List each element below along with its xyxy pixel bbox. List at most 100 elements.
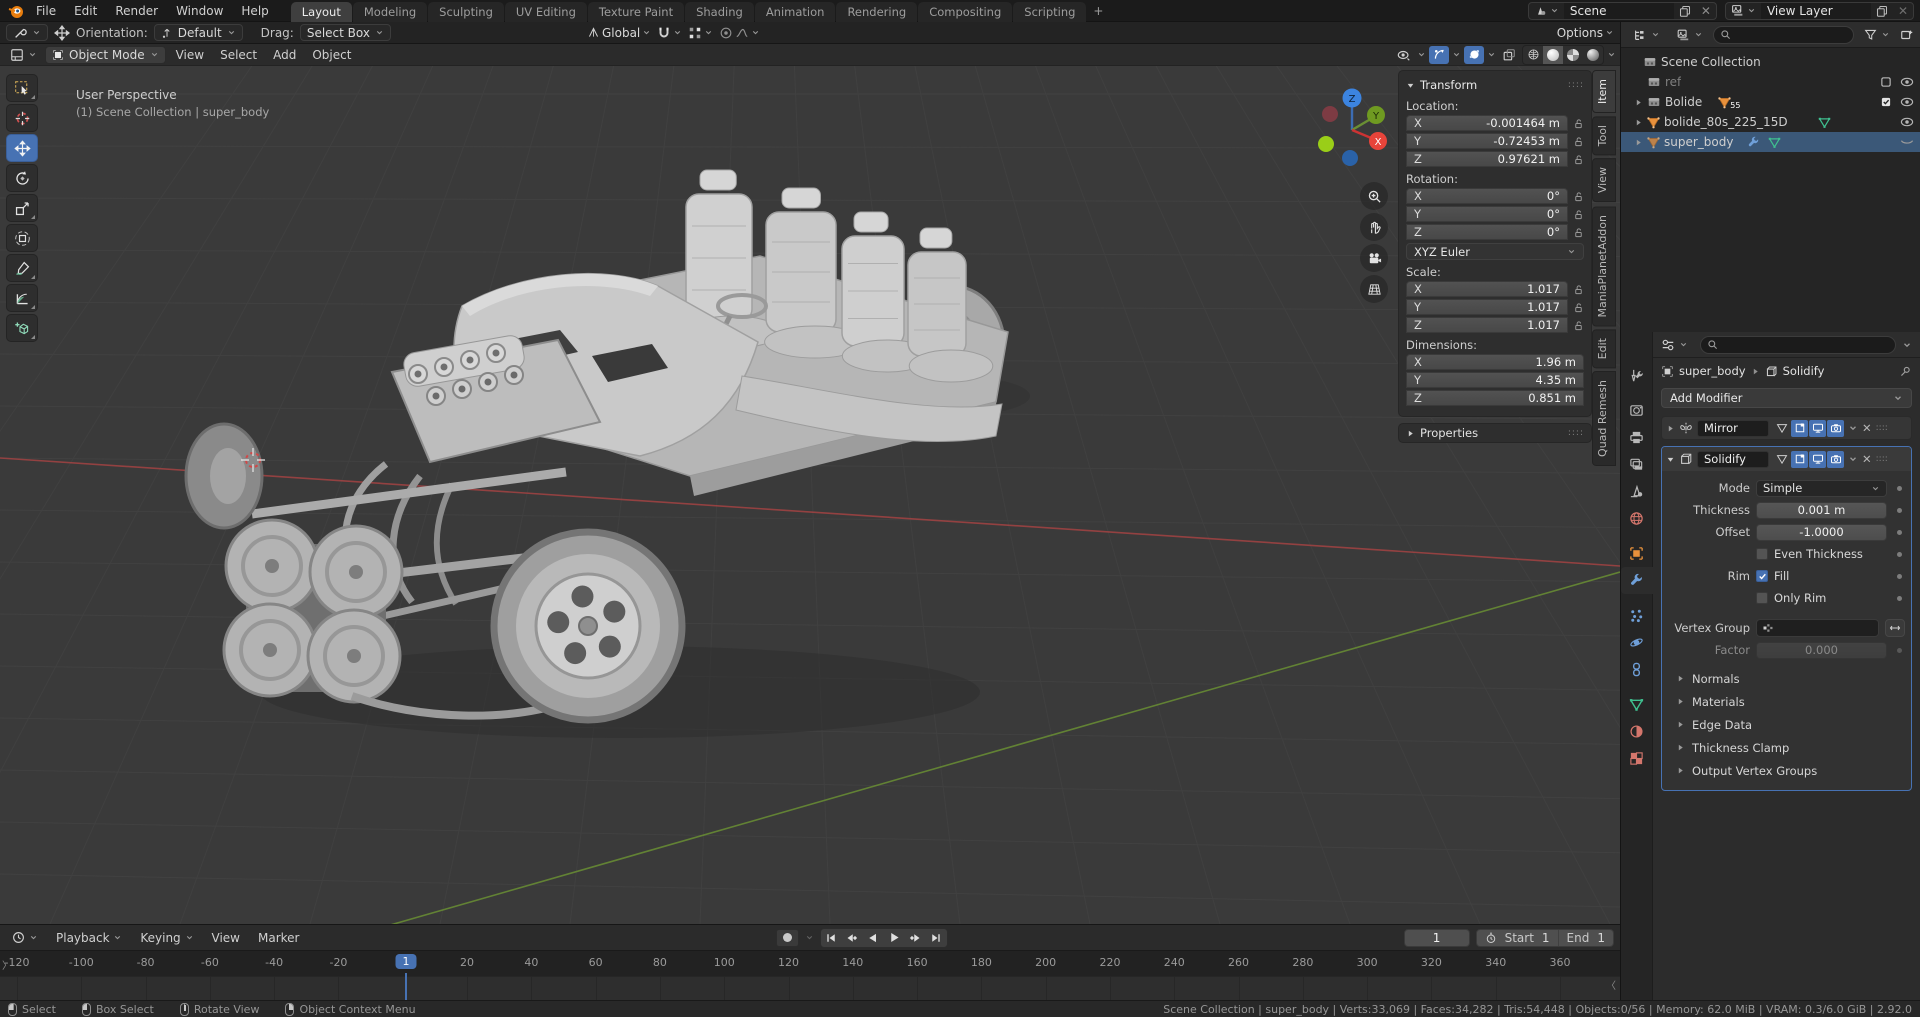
timeline-editor-type-button[interactable]: [6, 929, 44, 947]
sidebar-tab-tool[interactable]: Tool: [1592, 116, 1616, 155]
shading-rendered-button[interactable]: [1583, 46, 1603, 64]
solidify-section-thickness-clamp[interactable]: Thickness Clamp: [1662, 736, 1911, 759]
cursor-tool[interactable]: [6, 104, 38, 132]
end-frame-field[interactable]: End 1: [1558, 930, 1613, 946]
navigation-gizmo[interactable]: Z Y X: [1306, 84, 1398, 176]
jump-to-start-button[interactable]: [821, 929, 842, 947]
expand-arrow-icon[interactable]: [1633, 138, 1643, 147]
breadcrumb-object[interactable]: super_body: [1679, 364, 1746, 378]
solidify-mode-dropdown[interactable]: Simple: [1756, 480, 1887, 497]
solidify-section-normals[interactable]: Normals: [1662, 667, 1911, 690]
solidify-section-edge-data[interactable]: Edge Data: [1662, 713, 1911, 736]
animate-dot[interactable]: [1897, 486, 1902, 491]
location-z-field[interactable]: Z0.97621 m: [1406, 151, 1568, 167]
add-workspace-button[interactable]: +: [1086, 4, 1110, 18]
rim-fill-checkbox[interactable]: [1756, 570, 1768, 582]
include-checkbox[interactable]: [1880, 96, 1892, 108]
animate-dot[interactable]: [1897, 508, 1902, 513]
active-tool-dropdown[interactable]: [6, 24, 48, 41]
next-keyframe-button[interactable]: [905, 929, 926, 947]
blender-logo-icon[interactable]: [8, 3, 24, 19]
modifier-name-field[interactable]: Mirror: [1697, 420, 1769, 437]
particles-tab-icon[interactable]: [1621, 602, 1653, 629]
animate-dot[interactable]: [1897, 552, 1902, 557]
select-box-tool[interactable]: [6, 74, 38, 102]
sidebar-tab-quad-remesh[interactable]: Quad Remesh: [1592, 371, 1616, 466]
factor-slider[interactable]: 0.000: [1756, 642, 1887, 659]
drag-dropdown[interactable]: Select Box: [300, 24, 391, 41]
add-view-layer-icon[interactable]: [1871, 3, 1893, 19]
expand-arrow-icon[interactable]: [1633, 98, 1643, 107]
render-toggle[interactable]: [1827, 451, 1844, 468]
expand-arrow-icon[interactable]: [1633, 118, 1643, 127]
properties-search-input[interactable]: [1700, 336, 1896, 354]
render-tab-icon[interactable]: [1621, 397, 1653, 424]
options-dropdown[interactable]: Options: [1557, 26, 1614, 40]
constraints-tab-icon[interactable]: [1621, 656, 1653, 683]
panel-drag-grip[interactable]: ::::: [1568, 80, 1584, 90]
outliner-filter-dropdown[interactable]: [1858, 26, 1896, 44]
gizmo-axis-z[interactable]: Z: [1343, 89, 1362, 108]
data-tab-icon[interactable]: [1621, 691, 1653, 718]
transform-orientation-dropdown[interactable]: Global: [587, 26, 651, 40]
viewport-menu-object[interactable]: Object: [304, 45, 359, 65]
texture-tab-icon[interactable]: [1621, 745, 1653, 772]
lock-icon[interactable]: [1573, 191, 1584, 202]
viewport-menu-select[interactable]: Select: [212, 45, 265, 65]
proportional-editing-toggle[interactable]: [719, 26, 760, 40]
shading-wireframe-button[interactable]: [1523, 46, 1543, 64]
menu-edit[interactable]: Edit: [66, 1, 105, 21]
timeline-menu-marker[interactable]: Marker: [250, 928, 307, 948]
gizmo-axis-y[interactable]: Y: [1367, 106, 1385, 124]
delete-modifier-button[interactable]: ✕: [1862, 421, 1872, 435]
new-scene-icon[interactable]: [1674, 3, 1696, 19]
new-collection-button[interactable]: [1900, 28, 1914, 42]
workspace-tab-animation[interactable]: Animation: [755, 2, 836, 22]
animate-dot[interactable]: [1897, 596, 1902, 601]
animate-dot[interactable]: [1897, 530, 1902, 535]
mode-dropdown[interactable]: Object Mode: [45, 46, 166, 64]
scale-tool[interactable]: [6, 194, 38, 222]
remove-view-layer-icon[interactable]: ✕: [1893, 3, 1913, 19]
rotation-z-field[interactable]: Z0°: [1406, 224, 1568, 240]
outliner-search-input[interactable]: [1713, 26, 1854, 44]
xray-toggle[interactable]: [1499, 46, 1519, 64]
show-overlays-toggle[interactable]: [1464, 46, 1484, 64]
sidebar-tab-maniaplanetaddon[interactable]: ManiaPlanetAddon: [1592, 206, 1616, 326]
properties-editor-type-button[interactable]: [1655, 336, 1694, 354]
edit-mode-toggle[interactable]: [1791, 451, 1808, 468]
on-cage-toggle[interactable]: [1773, 451, 1790, 468]
realtime-toggle[interactable]: [1809, 420, 1826, 437]
lock-icon[interactable]: [1573, 320, 1584, 331]
sidebar-tab-edit[interactable]: Edit: [1592, 329, 1616, 368]
location-x-field[interactable]: X-0.001464 m: [1406, 115, 1568, 131]
outliner-row-Bolide[interactable]: Bolide55: [1621, 92, 1920, 112]
edit-mode-toggle[interactable]: [1791, 420, 1808, 437]
timeline-menu-keying[interactable]: Keying: [132, 928, 201, 948]
outliner-display-mode-dropdown[interactable]: [1627, 26, 1666, 44]
outliner-row-bolide_80s_225_15D[interactable]: bolide_80s_225_15D: [1621, 112, 1920, 132]
sidebar-tab-view[interactable]: View: [1592, 158, 1616, 202]
realtime-toggle[interactable]: [1809, 451, 1826, 468]
delete-modifier-button[interactable]: ✕: [1862, 452, 1872, 466]
modifier-name-field[interactable]: Solidify: [1697, 451, 1769, 468]
scale-y-field[interactable]: Y1.017: [1406, 299, 1568, 315]
timeline-track-area[interactable]: [0, 976, 1620, 1000]
add-cube-tool[interactable]: [6, 314, 38, 342]
lock-icon[interactable]: [1573, 136, 1584, 147]
menu-window[interactable]: Window: [168, 1, 231, 21]
workspace-tab-uv-editing[interactable]: UV Editing: [505, 2, 587, 22]
lock-icon[interactable]: [1573, 227, 1584, 238]
show-gizmo-toggle[interactable]: [1429, 46, 1449, 64]
animate-dot[interactable]: [1897, 648, 1902, 653]
viewport-canvas[interactable]: [0, 44, 1620, 924]
menu-render[interactable]: Render: [107, 1, 166, 21]
timeline-menu-playback[interactable]: Playback: [48, 928, 130, 948]
add-modifier-dropdown[interactable]: Add Modifier: [1661, 388, 1912, 408]
dimensions-x-field[interactable]: X1.96 m: [1406, 354, 1584, 370]
workspace-tab-texture-paint[interactable]: Texture Paint: [588, 2, 684, 22]
timeline-menu-view[interactable]: View: [204, 928, 248, 948]
location-y-field[interactable]: Y-0.72453 m: [1406, 133, 1568, 149]
unlink-scene-icon[interactable]: ✕: [1696, 3, 1716, 19]
properties-panel-collapsed[interactable]: Properties ::::: [1398, 423, 1592, 443]
